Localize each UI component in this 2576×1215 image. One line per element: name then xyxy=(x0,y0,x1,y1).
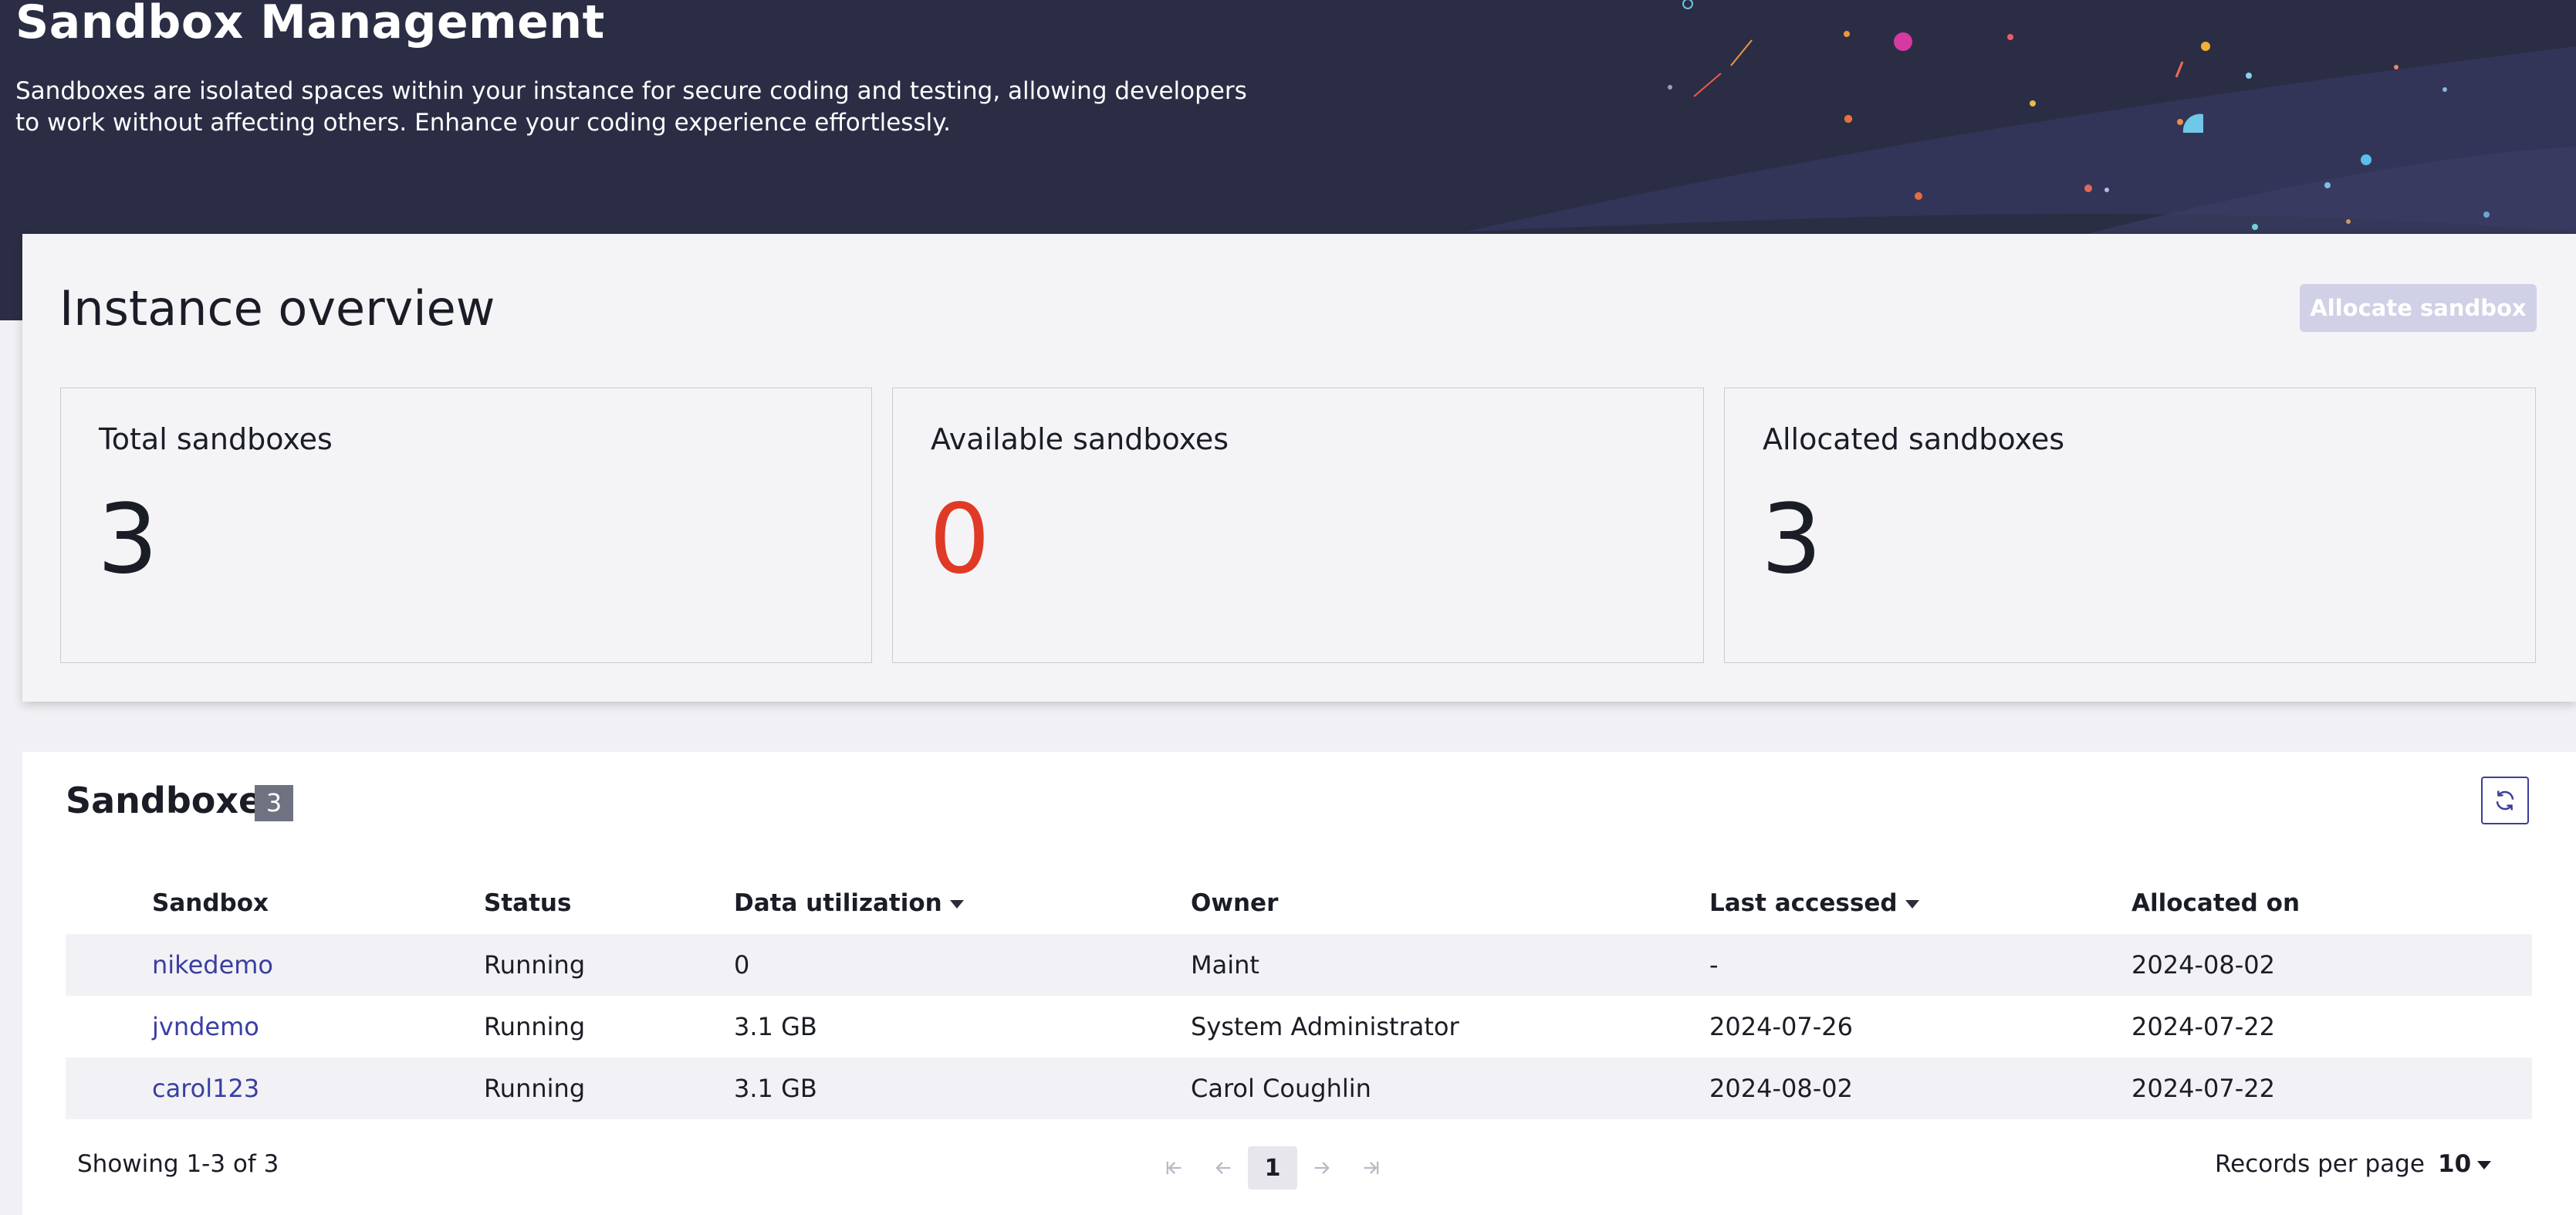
first-page-icon[interactable] xyxy=(1149,1146,1198,1190)
status-cell: Running xyxy=(484,1012,586,1041)
data-utilization-cell: 3.1 GB xyxy=(734,1074,817,1103)
stat-card-available: Available sandboxes 0 xyxy=(892,388,1704,663)
pagination-summary: Showing 1-3 of 3 xyxy=(77,1150,279,1178)
refresh-icon xyxy=(2496,790,2514,811)
status-cell: Running xyxy=(484,1074,586,1103)
table-row: jvndemo Running 3.1 GB System Administra… xyxy=(66,996,2532,1058)
sandboxes-card: Sandboxes 3 Sandbox Status Data utilizat… xyxy=(22,752,2576,1215)
table-header-row: Sandbox Status Data utilization Owner La… xyxy=(66,872,2532,934)
column-header-status[interactable]: Status xyxy=(484,872,734,934)
page-title: Sandbox Management xyxy=(15,0,605,49)
sandbox-link[interactable]: jvndemo xyxy=(152,1012,259,1041)
column-header-data-utilization[interactable]: Data utilization xyxy=(734,872,1191,934)
sandbox-link[interactable]: nikedemo xyxy=(152,950,273,980)
sandboxes-title: Sandboxes xyxy=(66,780,284,821)
previous-page-icon[interactable] xyxy=(1198,1146,1248,1190)
column-header-last-accessed[interactable]: Last accessed xyxy=(1709,872,2131,934)
last-page-icon[interactable] xyxy=(1347,1146,1396,1190)
stat-label: Available sandboxes xyxy=(931,422,1229,456)
sandboxes-count-badge: 3 xyxy=(255,785,293,821)
stat-value: 3 xyxy=(1761,484,1822,595)
column-header-allocated-on[interactable]: Allocated on xyxy=(2131,872,2532,934)
stat-card-total: Total sandboxes 3 xyxy=(60,388,872,663)
stat-value: 0 xyxy=(929,484,990,595)
status-cell: Running xyxy=(484,950,586,980)
last-accessed-cell: 2024-07-26 xyxy=(1709,1012,1853,1041)
table-row: nikedemo Running 0 Maint - 2024-08-02 xyxy=(66,934,2532,996)
data-utilization-cell: 3.1 GB xyxy=(734,1012,817,1041)
pagination: 1 xyxy=(1149,1146,1396,1190)
stat-label: Allocated sandboxes xyxy=(1763,422,2065,456)
allocated-on-cell: 2024-08-02 xyxy=(2131,950,2275,980)
records-per-page-select[interactable]: 10 xyxy=(2438,1150,2492,1178)
stat-value: 3 xyxy=(97,484,158,595)
allocate-sandbox-button[interactable]: Allocate sandbox xyxy=(2300,284,2537,332)
chevron-down-icon xyxy=(2477,1161,2492,1169)
table-row: carol123 Running 3.1 GB Carol Coughlin 2… xyxy=(66,1058,2532,1119)
page-number-button[interactable]: 1 xyxy=(1248,1146,1297,1190)
column-header-sandbox[interactable]: Sandbox xyxy=(66,872,484,934)
overview-title: Instance overview xyxy=(59,280,495,337)
allocated-on-cell: 2024-07-22 xyxy=(2131,1012,2275,1041)
sandboxes-table: Sandbox Status Data utilization Owner La… xyxy=(66,872,2532,1119)
column-header-owner[interactable]: Owner xyxy=(1191,872,1709,934)
owner-cell: Carol Coughlin xyxy=(1191,1074,1371,1103)
stat-card-allocated: Allocated sandboxes 3 xyxy=(1724,388,2536,663)
page-description: Sandboxes are isolated spaces within you… xyxy=(15,77,1247,137)
instance-overview-card: Instance overview Allocate sandbox Total… xyxy=(22,234,2576,702)
last-accessed-cell: 2024-08-02 xyxy=(1709,1074,1853,1103)
sort-down-icon[interactable] xyxy=(949,900,964,909)
records-per-page-label: Records per page xyxy=(2215,1150,2425,1178)
stat-label: Total sandboxes xyxy=(99,422,333,456)
owner-cell: Maint xyxy=(1191,950,1259,980)
refresh-button[interactable] xyxy=(2481,777,2529,824)
sort-down-icon[interactable] xyxy=(1905,900,1919,909)
sandbox-link[interactable]: carol123 xyxy=(152,1074,259,1103)
data-utilization-cell: 0 xyxy=(734,950,750,980)
next-page-icon[interactable] xyxy=(1297,1146,1347,1190)
allocated-on-cell: 2024-07-22 xyxy=(2131,1074,2275,1103)
owner-cell: System Administrator xyxy=(1191,1012,1459,1041)
last-accessed-cell: - xyxy=(1709,950,1719,980)
